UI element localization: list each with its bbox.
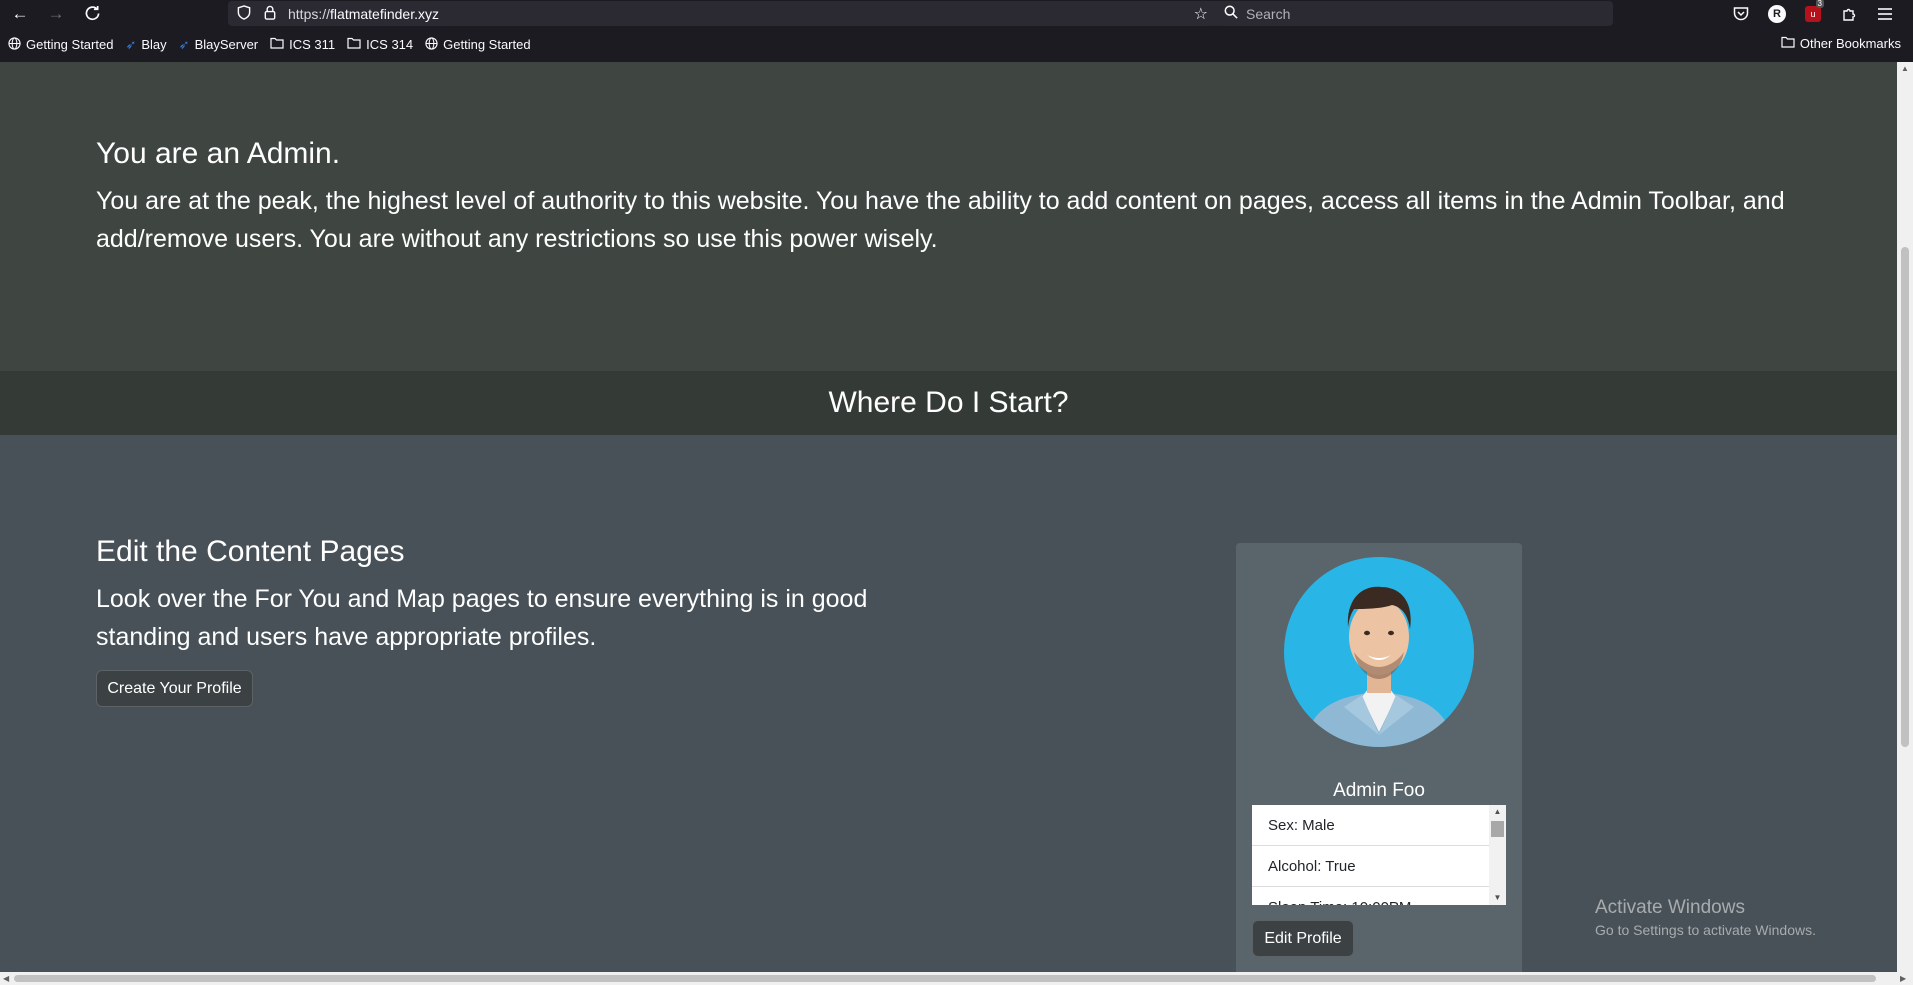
extensions-puzzle-icon[interactable] [1838, 3, 1860, 25]
list-item: Sleep Time: 10:00PM [1252, 887, 1489, 906]
watermark-title: Activate Windows [1595, 897, 1745, 918]
back-icon[interactable]: ← [2, 0, 38, 27]
scroll-down-arrow-icon[interactable]: ▼ [1489, 891, 1506, 905]
account-icon[interactable]: R [1766, 3, 1788, 25]
url-domain: flatmatefinder.xyz [330, 5, 439, 22]
scrollbar-thumb[interactable] [14, 975, 1876, 982]
ublock-shield: u [1805, 5, 1821, 22]
other-bookmarks[interactable]: Other Bookmarks [1781, 36, 1901, 51]
bookmarks-bar: Getting Started ➶ Blay ➶ BlayServer ICS … [0, 27, 1913, 62]
hero-title: You are an Admin. [96, 137, 341, 170]
section-title: Edit the Content Pages [96, 535, 405, 568]
profile-photo [1284, 557, 1474, 747]
list-item: Sex: Male [1252, 805, 1489, 846]
bookmark-getting-started-1[interactable]: Getting Started [8, 36, 114, 53]
where-start-band: Where Do I Start? [0, 371, 1897, 435]
bird-icon: ➶ [125, 36, 137, 52]
other-bookmarks-label: Other Bookmarks [1799, 36, 1901, 51]
forward-icon[interactable]: → [38, 0, 74, 27]
extension-badge: 3 [1815, 0, 1824, 8]
page-vertical-scrollbar[interactable]: ▲ [1897, 62, 1913, 972]
bookmark-blayserver[interactable]: ➶ BlayServer [179, 37, 258, 53]
search-placeholder: Search [1246, 5, 1291, 22]
search-bar[interactable]: Search [1214, 1, 1613, 26]
bookmark-label: BlayServer [194, 37, 259, 52]
shield-icon[interactable] [236, 4, 252, 23]
page-horizontal-scrollbar[interactable]: ◀ ▶ [0, 972, 1913, 985]
profile-card: Admin Foo Sex: Male Alcohol: True Sleep … [1236, 543, 1522, 972]
hero-text: You are at the peak, the highest level o… [96, 187, 1785, 253]
globe-icon [8, 36, 21, 53]
scroll-left-arrow-icon[interactable]: ◀ [3, 972, 9, 985]
profile-attributes-list[interactable]: Sex: Male Alcohol: True Sleep Time: 10:0… [1252, 805, 1506, 905]
folder-icon [347, 37, 361, 52]
menu-hamburger-icon[interactable] [1874, 3, 1896, 25]
scroll-up-arrow-icon[interactable]: ▲ [1897, 64, 1913, 73]
bird-icon: ➶ [178, 36, 190, 52]
band-title: Where Do I Start? [828, 386, 1069, 419]
scrollbar-thumb[interactable] [1901, 247, 1909, 747]
list-item: Alcohol: True [1252, 846, 1489, 887]
bookmark-label: Getting Started [26, 37, 114, 52]
browser-toolbar: ← → https://flatmatefinder.xyz ☆ Search … [0, 0, 1913, 27]
bookmark-label: Getting Started [443, 37, 531, 52]
bookmark-label: Blay [141, 37, 167, 52]
globe-icon [425, 36, 438, 53]
admin-hero-section: You are an Admin. You are at the peak, t… [0, 62, 1897, 371]
scroll-up-arrow-icon[interactable]: ▲ [1489, 805, 1506, 819]
bookmark-blay[interactable]: ➶ Blay [125, 37, 166, 53]
url-prefix: https:// [288, 5, 331, 22]
bookmark-star-icon[interactable]: ☆ [1194, 4, 1208, 24]
attributes-scroll-content: Sex: Male Alcohol: True Sleep Time: 10:0… [1252, 805, 1489, 905]
toolbar-right: R u 3 [1730, 0, 1896, 27]
edit-content-section: Edit the Content Pages Look over the For… [0, 435, 1897, 972]
account-avatar: R [1768, 4, 1786, 23]
bookmark-label: ICS 311 [289, 37, 336, 52]
page-viewport: You are an Admin. You are at the peak, t… [0, 62, 1897, 972]
folder-icon [1781, 36, 1795, 51]
pocket-icon[interactable] [1730, 3, 1752, 25]
activate-windows-watermark: Activate Windows Go to Settings to activ… [1595, 897, 1816, 938]
profile-name: Admin Foo [1333, 780, 1425, 801]
section-text: Look over the For You and Map pages to e… [96, 585, 868, 651]
create-profile-button[interactable]: Create Your Profile [96, 670, 253, 707]
bookmark-getting-started-2[interactable]: Getting Started [425, 36, 531, 53]
attributes-scrollbar[interactable]: ▲ ▼ [1489, 805, 1506, 905]
url-bar[interactable]: https://flatmatefinder.xyz ☆ [228, 1, 1218, 26]
scroll-right-arrow-icon[interactable]: ▶ [1900, 972, 1906, 985]
url-text[interactable]: https://flatmatefinder.xyz [288, 6, 439, 22]
edit-profile-button[interactable]: Edit Profile [1252, 920, 1354, 957]
reload-icon[interactable] [74, 0, 110, 27]
extension-ublock-icon[interactable]: u 3 [1802, 0, 1824, 25]
folder-icon [270, 37, 284, 52]
bookmark-folder-ics311[interactable]: ICS 311 [270, 37, 335, 52]
bookmark-folder-ics314[interactable]: ICS 314 [347, 37, 413, 52]
scrollbar-thumb[interactable] [1491, 821, 1504, 837]
watermark-subtitle: Go to Settings to activate Windows. [1595, 922, 1816, 938]
bookmark-label: ICS 314 [366, 37, 414, 52]
lock-icon[interactable] [262, 5, 278, 23]
search-icon [1224, 5, 1238, 22]
